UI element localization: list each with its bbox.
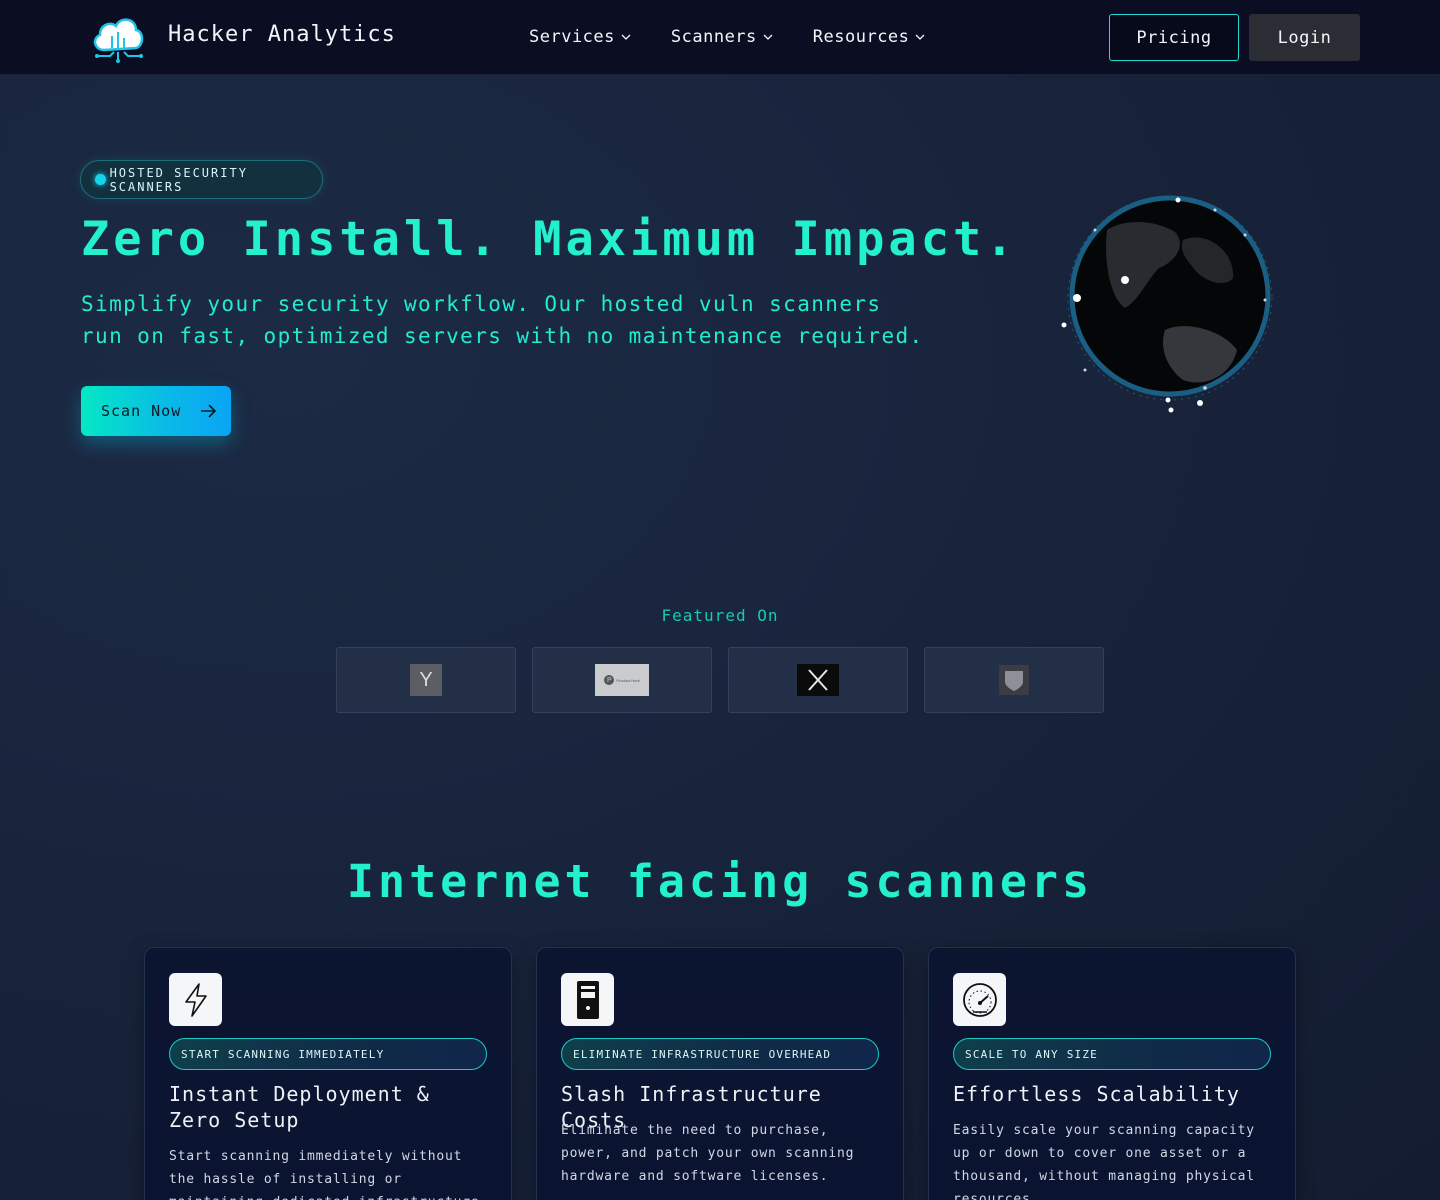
feature-description: Easily scale your scanning capacity up o…	[953, 1123, 1255, 1200]
g2-logo: G	[999, 665, 1029, 695]
nav-item-scanners[interactable]: Scanners	[671, 27, 773, 47]
hero-badge-text: HOSTED SECURITY SCANNERS	[109, 165, 248, 194]
g2-shield-icon	[1005, 671, 1023, 691]
gauge-icon	[953, 973, 1006, 1026]
feature-tag: ELIMINATE INFRASTRUCTURE OVERHEAD	[561, 1038, 879, 1070]
globe-icon	[1061, 195, 1273, 413]
feature-title: Instant Deployment & Zero Setup	[169, 1082, 430, 1132]
feature-card-infrastructure-costs: ELIMINATE INFRASTRUCTURE OVERHEAD Slash …	[536, 947, 904, 1200]
featured-on-label: Featured On	[661, 606, 779, 625]
nav-item-label: Services	[529, 27, 615, 47]
chevron-down-icon	[915, 34, 925, 40]
cloud-logo-icon[interactable]	[90, 10, 146, 64]
feature-card-instant-deployment: START SCANNING IMMEDIATELY Instant Deplo…	[144, 947, 512, 1200]
feature-tag: SCALE TO ANY SIZE	[953, 1038, 1271, 1070]
lightning-icon	[169, 973, 222, 1026]
brand-name[interactable]: Hacker Analytics	[168, 22, 396, 47]
scan-now-label: Scan Now	[101, 402, 182, 420]
featured-card-g2[interactable]: G	[924, 647, 1104, 713]
nav-item-label: Scanners	[670, 27, 757, 47]
feature-tag: START SCANNING IMMEDIATELY	[169, 1038, 487, 1070]
feature-title: Effortless Scalability	[953, 1082, 1240, 1106]
nav-item-resources[interactable]: Resources	[813, 27, 926, 47]
hero-title: Zero Install. Maximum Impact.	[81, 212, 1018, 267]
nav-item-label: Resources	[812, 27, 910, 47]
featured-card-y-combinator[interactable]: Y	[336, 647, 516, 713]
status-dot-icon	[95, 174, 106, 185]
y-combinator-glyph: Y	[419, 668, 433, 691]
product-hunt-wordmark: Product Hunt	[616, 677, 640, 683]
product-hunt-p-icon: P	[604, 675, 615, 685]
pricing-button[interactable]: Pricing	[1109, 14, 1239, 61]
main-menu: Services Scanners Resources	[529, 27, 965, 47]
featured-card-x[interactable]: X	[728, 647, 908, 713]
feature-card-scalability: SCALE TO ANY SIZE Effortless Scalability…	[928, 947, 1296, 1200]
x-logo-icon	[808, 669, 828, 691]
arrow-right-icon	[201, 404, 217, 418]
scan-now-button[interactable]: Scan Now	[81, 386, 231, 436]
x-logo: X	[797, 664, 839, 696]
featured-card-product-hunt[interactable]: P Product Hunt	[532, 647, 712, 713]
chevron-down-icon	[763, 34, 773, 40]
section-title: Internet facing scanners	[346, 855, 1094, 908]
hero-subtitle: Simplify your security workflow. Our hos…	[81, 292, 924, 348]
product-hunt-logo: P Product Hunt	[595, 664, 649, 696]
feature-description: Start scanning immediately without the h…	[169, 1149, 487, 1200]
top-navbar: Hacker Analytics Services Scanners Resou…	[0, 0, 1440, 75]
server-icon	[561, 973, 614, 1026]
chevron-down-icon	[621, 34, 631, 40]
login-button[interactable]: Login	[1249, 14, 1360, 61]
hero-badge: HOSTED SECURITY SCANNERS	[80, 160, 323, 199]
feature-description: Eliminate the need to purchase, power, a…	[561, 1123, 855, 1184]
nav-item-services[interactable]: Services	[529, 27, 631, 47]
y-combinator-logo: Y	[410, 664, 442, 696]
